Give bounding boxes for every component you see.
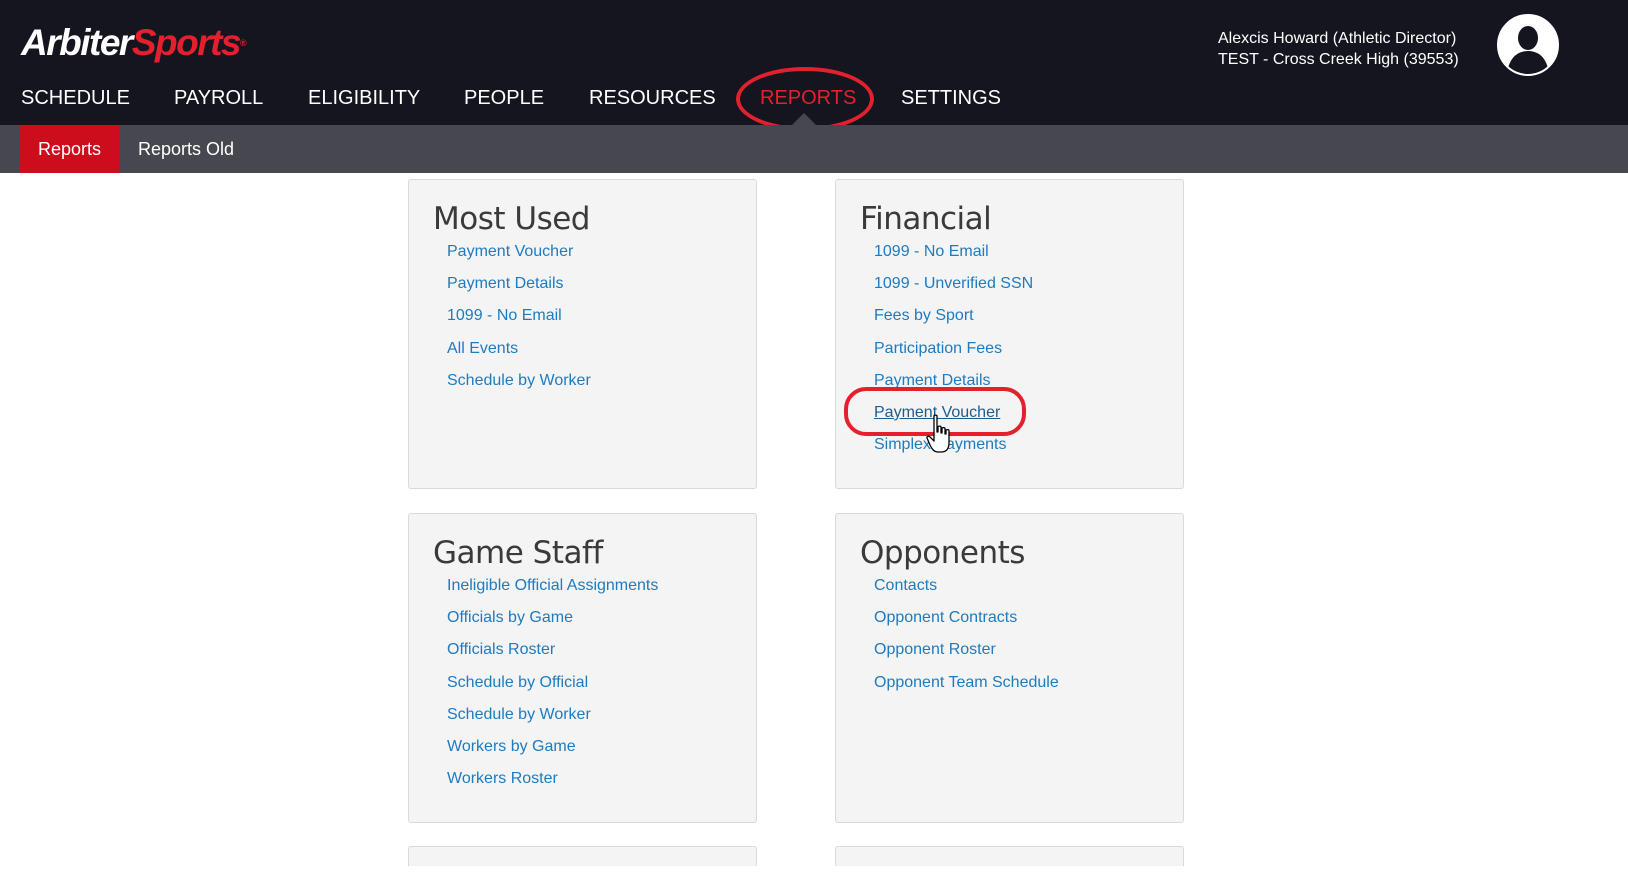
link-list: Contacts Opponent Contracts Opponent Ros…	[874, 575, 1059, 704]
list-item: Workers by Game	[447, 736, 658, 768]
user-silhouette-icon	[1499, 16, 1557, 74]
link-list: 1099 - No Email 1099 - Unverified SSN Fe…	[874, 241, 1033, 466]
list-item: Simplex Payments	[874, 434, 1033, 466]
list-item: Opponent Roster	[874, 639, 1059, 671]
list-item: Officials Roster	[447, 639, 658, 671]
link-list: Ineligible Official Assignments Official…	[447, 575, 658, 800]
report-link-all-events[interactable]: All Events	[447, 340, 518, 357]
list-item: All Events	[447, 338, 591, 370]
arbitersports-logo[interactable]: ArbiterSports®	[21, 22, 247, 64]
sub-nav: Reports Reports Old	[0, 125, 1628, 173]
list-item: 1099 - No Email	[874, 241, 1033, 273]
top-header: ArbiterSports® SCHEDULE PAYROLL ELIGIBIL…	[0, 0, 1628, 125]
list-item: Officials by Game	[447, 607, 658, 639]
list-item: Schedule by Worker	[447, 370, 591, 402]
avatar[interactable]	[1497, 14, 1559, 76]
report-link-workers-by-game[interactable]: Workers by Game	[447, 738, 576, 755]
list-item: Participation Fees	[874, 338, 1033, 370]
list-item: Schedule by Worker	[447, 704, 658, 736]
report-link-schedule-by-worker[interactable]: Schedule by Worker	[447, 372, 591, 389]
card-partial	[408, 846, 757, 866]
card-title: Financial	[860, 201, 992, 237]
user-info: Alexcis Howard (Athletic Director) TEST …	[1218, 28, 1459, 70]
list-item: Contacts	[874, 575, 1059, 607]
report-link-payment-details[interactable]: Payment Details	[874, 372, 991, 389]
nav-reports[interactable]: REPORTS	[760, 84, 856, 112]
report-link-contacts[interactable]: Contacts	[874, 577, 937, 594]
link-list: Payment Voucher Payment Details 1099 - N…	[447, 241, 591, 402]
nav-schedule[interactable]: SCHEDULE	[21, 84, 130, 112]
nav-resources[interactable]: RESOURCES	[589, 84, 716, 112]
report-link-schedule-by-official[interactable]: Schedule by Official	[447, 674, 588, 691]
tab-reports-old[interactable]: Reports Old	[120, 125, 252, 173]
tab-reports[interactable]: Reports	[20, 125, 120, 173]
report-link-opponent-contracts[interactable]: Opponent Contracts	[874, 609, 1017, 626]
report-link-participation-fees[interactable]: Participation Fees	[874, 340, 1002, 357]
report-link-officials-by-game[interactable]: Officials by Game	[447, 609, 573, 626]
list-item: Payment Details	[874, 370, 1033, 402]
list-item: Fees by Sport	[874, 305, 1033, 337]
list-item: 1099 - Unverified SSN	[874, 273, 1033, 305]
card-partial	[835, 846, 1184, 866]
nav-people[interactable]: PEOPLE	[464, 84, 544, 112]
report-link-ineligible-official-assignments[interactable]: Ineligible Official Assignments	[447, 577, 658, 594]
report-link-1099-no-email[interactable]: 1099 - No Email	[447, 307, 562, 324]
card-game-staff: Game Staff Ineligible Official Assignmen…	[408, 513, 757, 823]
user-organization: TEST - Cross Creek High (39553)	[1218, 51, 1459, 68]
nav-eligibility[interactable]: ELIGIBILITY	[308, 84, 420, 112]
report-link-officials-roster[interactable]: Officials Roster	[447, 641, 555, 658]
list-item: Ineligible Official Assignments	[447, 575, 658, 607]
report-link-payment-voucher[interactable]: Payment Voucher	[447, 243, 573, 260]
list-item: 1099 - No Email	[447, 305, 591, 337]
report-link-schedule-by-worker[interactable]: Schedule by Worker	[447, 706, 591, 723]
card-financial: Financial 1099 - No Email 1099 - Unverif…	[835, 179, 1184, 489]
card-title: Game Staff	[433, 535, 603, 571]
user-name: Alexcis Howard (Athletic Director)	[1218, 30, 1457, 47]
list-item: Payment Details	[447, 273, 591, 305]
list-item: Workers Roster	[447, 768, 658, 800]
list-item: Schedule by Official	[447, 672, 658, 704]
report-link-opponent-roster[interactable]: Opponent Roster	[874, 641, 996, 658]
report-link-payment-voucher[interactable]: Payment Voucher	[874, 404, 1000, 421]
list-item: Opponent Contracts	[874, 607, 1059, 639]
list-item: Payment Voucher	[874, 402, 1033, 434]
list-item: Payment Voucher	[447, 241, 591, 273]
report-link-fees-by-sport[interactable]: Fees by Sport	[874, 307, 974, 324]
report-link-1099-no-email[interactable]: 1099 - No Email	[874, 243, 989, 260]
card-title: Most Used	[433, 201, 590, 237]
report-link-simplex-payments[interactable]: Simplex Payments	[874, 436, 1007, 453]
nav-payroll[interactable]: PAYROLL	[174, 84, 263, 112]
report-link-workers-roster[interactable]: Workers Roster	[447, 770, 558, 787]
active-nav-caret	[792, 113, 816, 125]
card-title: Opponents	[860, 535, 1025, 571]
report-link-1099-unverified-ssn[interactable]: 1099 - Unverified SSN	[874, 275, 1033, 292]
list-item: Opponent Team Schedule	[874, 672, 1059, 704]
report-link-opponent-team-schedule[interactable]: Opponent Team Schedule	[874, 674, 1059, 691]
nav-settings[interactable]: SETTINGS	[901, 84, 1001, 112]
report-link-payment-details[interactable]: Payment Details	[447, 275, 564, 292]
card-opponents: Opponents Contacts Opponent Contracts Op…	[835, 513, 1184, 823]
card-most-used: Most Used Payment Voucher Payment Detail…	[408, 179, 757, 489]
